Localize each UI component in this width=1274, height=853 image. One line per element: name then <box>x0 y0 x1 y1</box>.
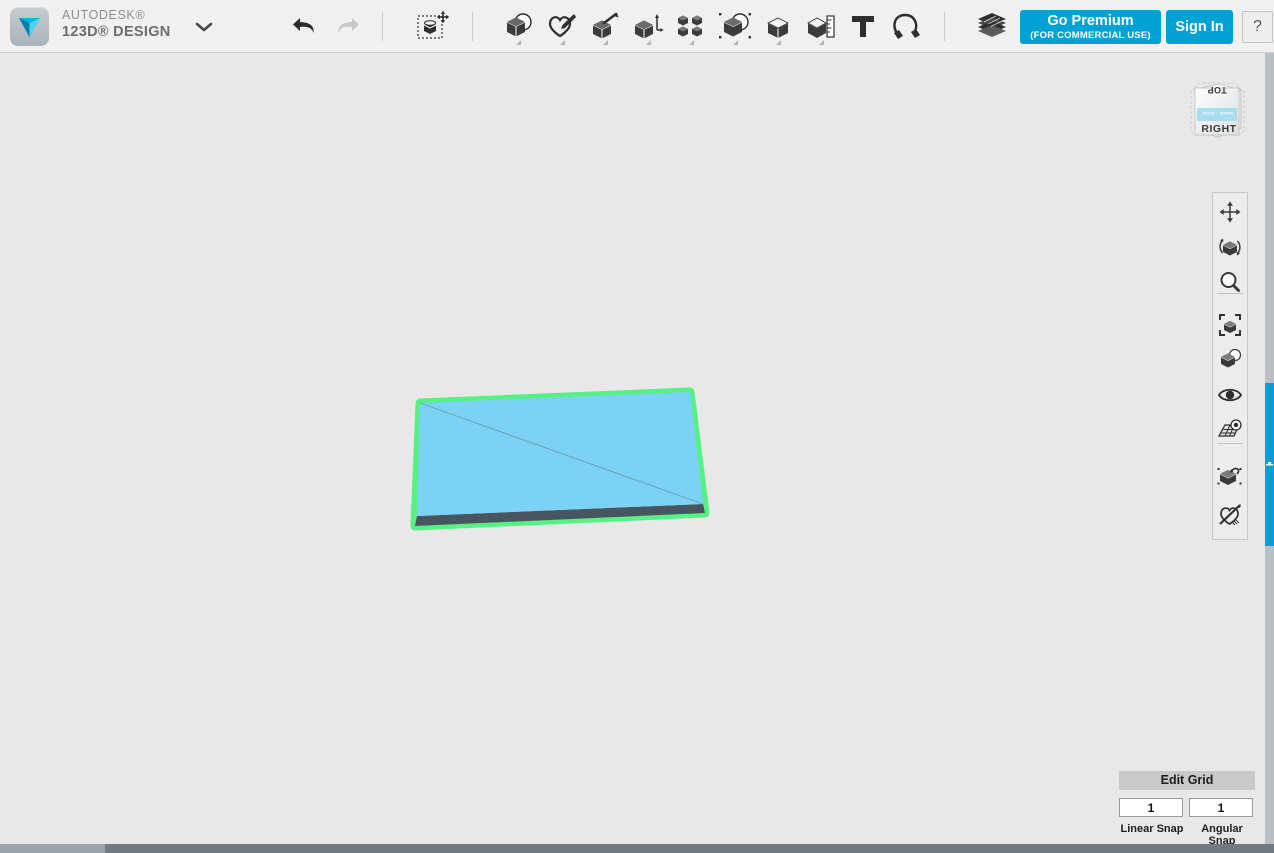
linear-snap-input[interactable] <box>1119 798 1183 817</box>
go-premium-sublabel: (FOR COMMERCIAL USE) <box>1030 30 1151 41</box>
cube-shaded-icon <box>767 17 789 38</box>
go-premium-label: Go Premium <box>1047 12 1134 29</box>
eye-visibility-icon <box>1217 388 1243 402</box>
sketch-tool[interactable] <box>544 8 580 44</box>
grouping-tool[interactable] <box>717 8 753 44</box>
sign-in-button[interactable]: Sign In <box>1166 10 1233 44</box>
grid-display-tool[interactable] <box>1213 413 1247 447</box>
modify-tool[interactable] <box>630 8 666 44</box>
help-button[interactable]: ? <box>1242 11 1273 43</box>
tool-caret[interactable] <box>560 40 565 45</box>
visibility-tool[interactable] <box>1213 378 1247 412</box>
smooth-shading-tool[interactable] <box>1213 458 1247 492</box>
horizontal-scrollbar-thumb[interactable] <box>105 844 1274 853</box>
fit-tool[interactable] <box>1213 308 1247 342</box>
orbit-tool[interactable] <box>1213 230 1247 264</box>
transform-tool[interactable] <box>415 8 451 44</box>
undo-arrow-icon <box>293 18 314 33</box>
construct-tool[interactable] <box>587 8 623 44</box>
autodesk-logo-icon <box>19 18 40 37</box>
autodesk-logo[interactable] <box>10 7 49 46</box>
horizontal-scrollbar-left[interactable] <box>0 844 105 853</box>
tool-caret[interactable] <box>733 40 738 45</box>
view-cube[interactable] <box>1189 75 1247 145</box>
pattern-tool[interactable] <box>673 8 709 44</box>
construct-extrude-icon <box>592 12 619 39</box>
tool-caret[interactable] <box>646 40 651 45</box>
primitives-tool[interactable] <box>500 8 536 44</box>
pan-move-icon <box>1219 201 1241 223</box>
materials-tool[interactable] <box>974 8 1010 44</box>
edit-grid-panel: Edit Grid Linear Snap Angular Snap <box>1119 771 1255 847</box>
material-layers-icon <box>978 13 1006 37</box>
go-premium-button[interactable]: Go Premium (FOR COMMERCIAL USE) <box>1020 10 1161 44</box>
linear-snap-label: Linear Snap <box>1120 823 1184 835</box>
brand-title: AUTODESK® 123D® DESIGN <box>62 9 171 39</box>
sketch-pencil-icon <box>548 14 576 38</box>
app-window: AUTODESK® 123D® DESIGN Go Premium (FOR C… <box>0 0 1274 853</box>
cube-ruler-icon <box>807 15 835 38</box>
brand-product: 123D® DESIGN <box>62 23 171 40</box>
toolbar-separator <box>382 12 383 41</box>
tool-caret[interactable] <box>689 40 694 45</box>
tool-caret[interactable] <box>776 40 781 45</box>
view-navigation-bar <box>1212 192 1248 540</box>
toolbar-separator <box>944 12 945 41</box>
tool-caret[interactable] <box>516 40 521 45</box>
snap-tool[interactable] <box>888 8 924 44</box>
pattern-grid-icon <box>678 15 702 37</box>
scene-geometry <box>410 387 710 531</box>
redo-arrow-icon <box>338 18 359 33</box>
fit-to-window-icon <box>1219 314 1241 336</box>
combine-tool[interactable] <box>760 8 796 44</box>
magnifier-zoom-icon <box>1220 272 1240 292</box>
pan-tool[interactable] <box>1213 195 1247 229</box>
box-top-face <box>417 392 703 516</box>
angular-snap-input[interactable] <box>1189 798 1253 817</box>
modify-axis-icon <box>634 14 664 39</box>
toolbar-separator <box>472 12 473 41</box>
view-style-tool[interactable] <box>1213 343 1247 377</box>
text-t-icon <box>852 16 874 37</box>
navbar-divider <box>1217 443 1243 444</box>
brand-vendor: AUTODESK® <box>62 8 146 22</box>
grid-sun-icon <box>1217 419 1242 437</box>
primitive-cube-sphere-icon <box>506 13 532 37</box>
transform-move-icon <box>417 11 449 39</box>
sketch-hidden-icon <box>1219 504 1241 526</box>
navbar-divider <box>1217 293 1243 294</box>
cube-smooth-icon <box>1217 467 1242 485</box>
magnet-snap-icon <box>893 13 920 39</box>
orbit-rotate-icon <box>1219 238 1241 256</box>
text-tool[interactable] <box>845 8 881 44</box>
main-menu-button[interactable] <box>193 20 215 34</box>
measure-tool[interactable] <box>803 8 839 44</box>
edit-grid-title[interactable]: Edit Grid <box>1119 771 1255 790</box>
cube-shading-icon <box>1220 348 1242 368</box>
tool-caret[interactable] <box>819 40 824 45</box>
hide-sketch-tool[interactable] <box>1213 498 1247 532</box>
main-toolbar: AUTODESK® 123D® DESIGN Go Premium (FOR C… <box>0 0 1274 53</box>
undo-button[interactable] <box>287 8 323 44</box>
horizontal-scrollbar-track[interactable] <box>0 844 1274 853</box>
redo-button[interactable] <box>329 8 365 44</box>
combine-boolean-icon <box>719 13 751 39</box>
3d-viewport[interactable] <box>0 53 1274 844</box>
vertical-scrollbar-thumb[interactable] <box>1265 383 1274 546</box>
tool-caret[interactable] <box>603 40 608 45</box>
view-cube-highlight-edge <box>1197 108 1237 121</box>
chevron-down-icon <box>195 22 213 32</box>
scrollbar-grip-icon <box>1266 462 1273 466</box>
